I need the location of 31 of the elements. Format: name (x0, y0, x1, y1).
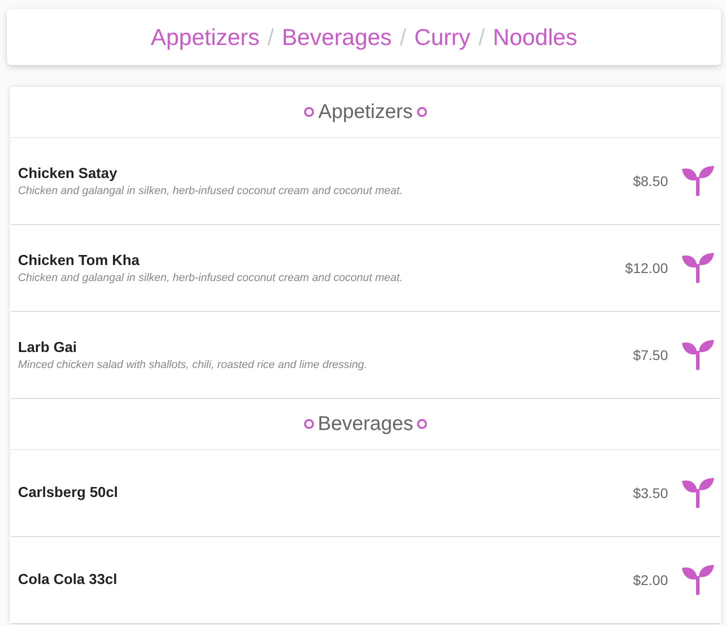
sprout-icon (682, 340, 714, 370)
ring-icon (416, 107, 427, 117)
item-price: $8.50 (632, 173, 668, 189)
item-name: Chicken Tom Kha (18, 252, 140, 268)
sprout-icon (682, 565, 714, 595)
item-description: Chicken and galangal in silken, herb-infused coconut cream and coconut meat. (18, 184, 404, 196)
item-name: Carlsberg 50cl (18, 485, 119, 501)
item-price: $2.00 (632, 572, 668, 588)
section-title: Appetizers (318, 100, 413, 124)
ring-icon (304, 419, 314, 429)
item-description: Minced chicken salad with shallots, chili, roasted rice and lime dressing. (18, 358, 368, 370)
item-price: $7.50 (632, 347, 668, 363)
item-name: Chicken Satay (18, 166, 118, 182)
item-price: $3.50 (632, 485, 668, 501)
breadcrumb-separator: / (267, 24, 274, 50)
sprout-icon (682, 478, 714, 508)
item-name: Cola Cola 33cl (18, 572, 118, 588)
sprout-icon (682, 166, 714, 196)
breadcrumb-separator: / (478, 24, 485, 50)
section-title: Beverages (318, 412, 414, 436)
sprout-icon (682, 253, 714, 283)
category-link[interactable]: Noodles (492, 24, 578, 50)
category-link[interactable]: Appetizers (150, 24, 260, 50)
item-price: $12.00 (625, 260, 668, 276)
ring-icon (417, 419, 428, 429)
item-name: Larb Gai (18, 340, 78, 356)
ring-icon (304, 107, 314, 117)
breadcrumb-separator: / (400, 24, 406, 50)
category-link[interactable]: Curry (414, 24, 470, 50)
item-description: Chicken and galangal in silken, herb-infused coconut cream and coconut meat. (18, 272, 404, 284)
category-link[interactable]: Beverages (282, 24, 392, 50)
